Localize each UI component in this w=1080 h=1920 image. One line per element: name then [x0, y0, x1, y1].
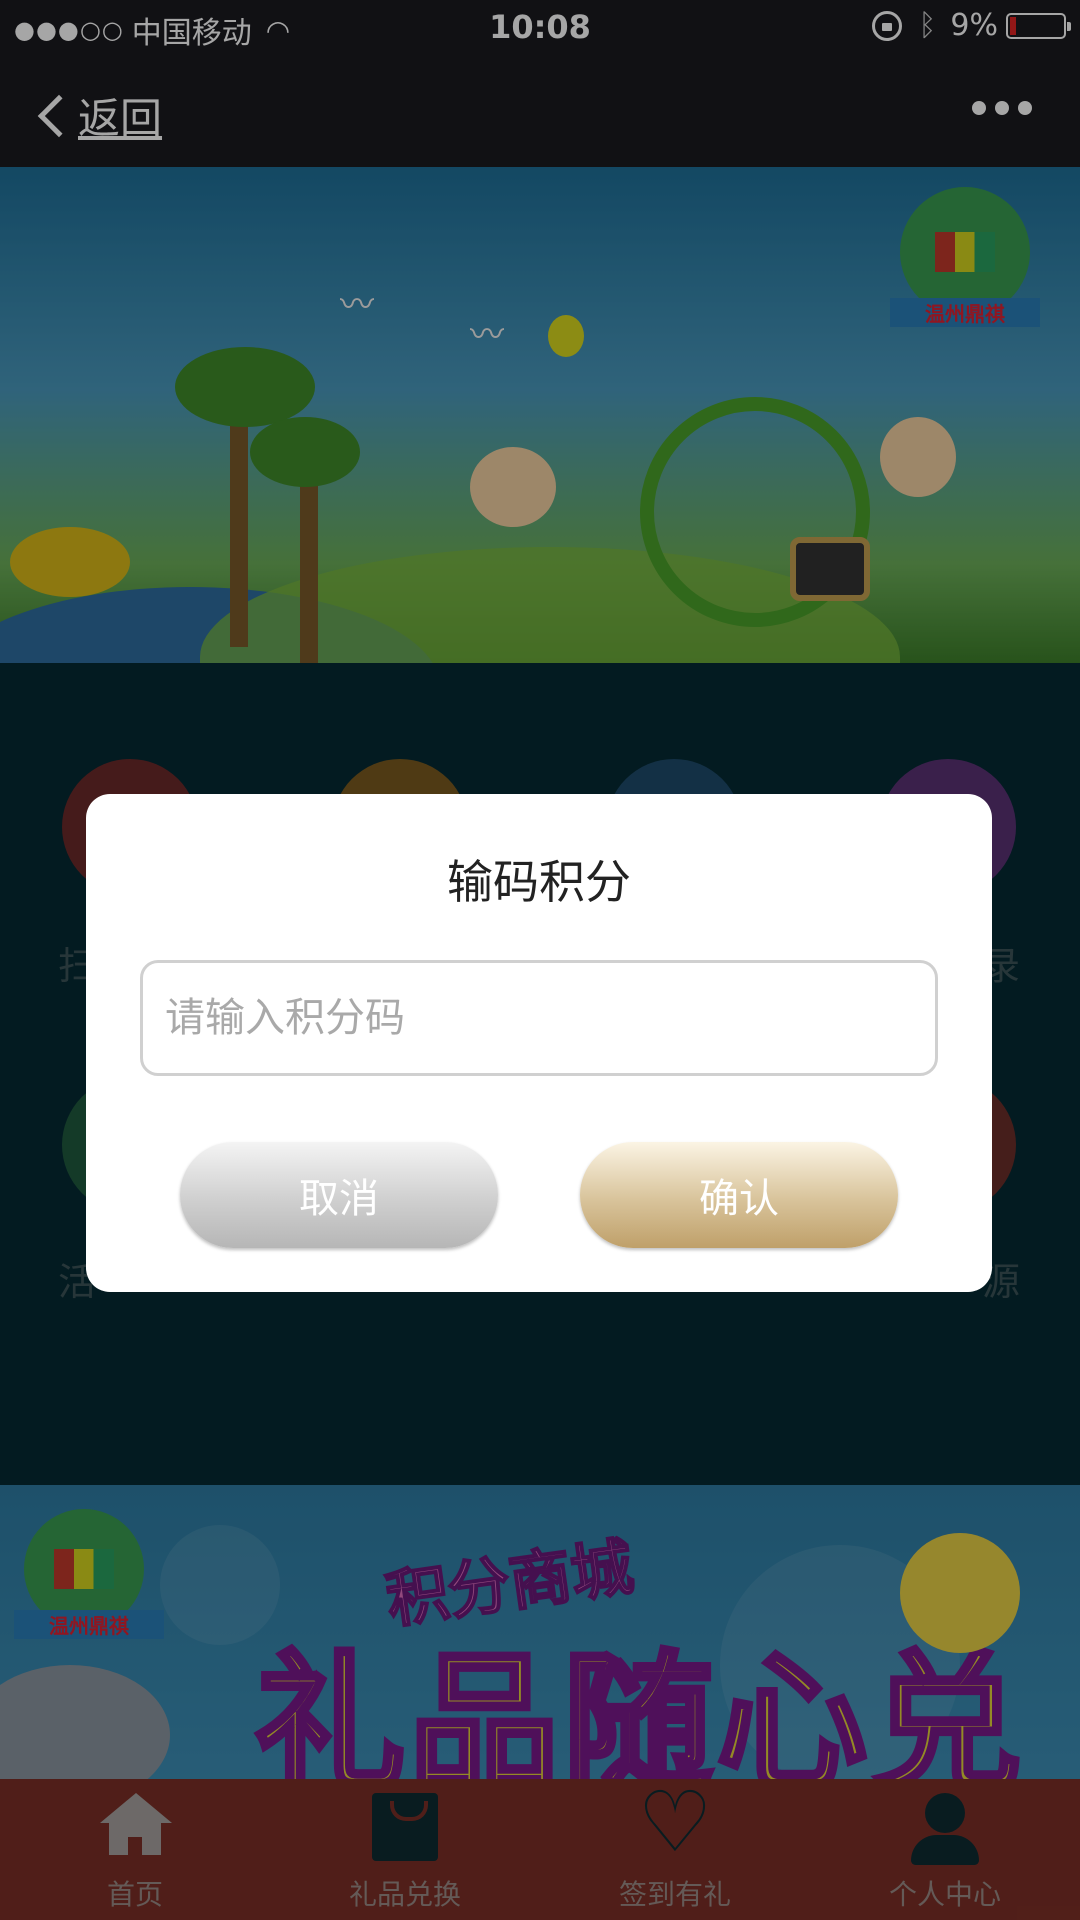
- points-code-input[interactable]: [140, 960, 938, 1076]
- cancel-button[interactable]: 取消: [180, 1142, 498, 1248]
- dialog-title: 输码积分: [447, 855, 631, 909]
- confirm-button[interactable]: 确认: [580, 1142, 898, 1248]
- code-points-dialog: 输码积分 取消 确认: [86, 794, 992, 1292]
